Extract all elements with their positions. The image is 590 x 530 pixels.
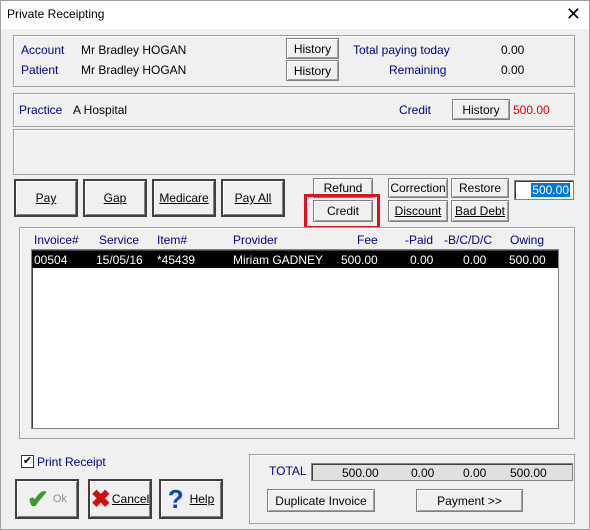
- total-paying-label: Total paying today: [353, 43, 450, 57]
- row-fee: 500.00: [341, 253, 378, 267]
- window-title: Private Receipting: [7, 7, 105, 21]
- help-label: Help: [189, 492, 215, 506]
- invoice-grid[interactable]: [31, 249, 559, 429]
- practice-label: Practice: [19, 103, 63, 117]
- correction-button[interactable]: Correction: [388, 178, 448, 198]
- table-row[interactable]: 00504 15/05/16 *45439 Miriam GADNEY 500.…: [32, 251, 558, 268]
- row-invoice: 00504: [34, 253, 68, 267]
- total-paying-value: 0.00: [501, 43, 525, 57]
- row-bcdc: 0.00: [463, 253, 487, 267]
- account-value: Mr Bradley HOGAN: [81, 43, 187, 57]
- print-receipt-checkbox[interactable]: ✔: [21, 455, 34, 468]
- payment-button[interactable]: Payment >>: [416, 489, 523, 512]
- help-icon: ?: [167, 483, 184, 514]
- restore-button[interactable]: Restore: [451, 178, 509, 198]
- private-receipting-window: Private Receipting ✕ Account Mr Bradley …: [0, 0, 590, 530]
- cancel-x-icon: ✖: [90, 485, 111, 513]
- col-provider-header: Provider: [233, 233, 278, 247]
- col-bcdc-header: -B/C/D/C: [444, 233, 492, 247]
- ok-button[interactable]: ✔ Ok: [15, 479, 79, 519]
- medicare-button[interactable]: Medicare: [152, 179, 216, 217]
- amount-value: 500.00: [531, 183, 570, 197]
- medicare-label: Medicare: [159, 191, 209, 205]
- cancel-button[interactable]: ✖ Cancel: [88, 479, 152, 519]
- col-owing-header: Owing: [510, 233, 545, 247]
- patient-label: Patient: [21, 63, 59, 77]
- patient-history-button[interactable]: History: [286, 60, 339, 81]
- checkmark-icon: ✔: [27, 483, 49, 514]
- duplicate-invoice-button[interactable]: Duplicate Invoice: [267, 489, 375, 512]
- col-item-header: Item#: [157, 233, 188, 247]
- print-receipt-label: Print Receipt: [37, 455, 106, 469]
- pay-button[interactable]: Pay: [14, 179, 78, 217]
- bad-debt-button[interactable]: Bad Debt: [451, 200, 509, 222]
- row-paid: 0.00: [410, 253, 434, 267]
- ok-label: Ok: [52, 493, 67, 505]
- row-owing: 500.00: [509, 253, 546, 267]
- title-bar: Private Receipting ✕: [1, 1, 589, 29]
- close-icon[interactable]: ✕: [566, 4, 581, 24]
- gap-label: Gap: [103, 191, 127, 205]
- col-fee-header: Fee: [357, 233, 378, 247]
- credit-value: 500.00: [513, 103, 550, 117]
- credit-label: Credit: [399, 103, 432, 117]
- patient-value: Mr Bradley HOGAN: [81, 63, 187, 77]
- practice-value: A Hospital: [73, 103, 128, 117]
- pay-all-button[interactable]: Pay All: [221, 179, 285, 217]
- remaining-value: 0.00: [501, 63, 525, 77]
- total-label: TOTAL: [269, 464, 307, 478]
- credit-highlight-box: [304, 194, 380, 229]
- total-paid: 0.00: [411, 466, 435, 480]
- discount-button[interactable]: Discount: [388, 200, 448, 222]
- cancel-label: Cancel: [111, 492, 150, 506]
- col-invoice-header: Invoice#: [34, 233, 79, 247]
- message-panel: [13, 129, 575, 175]
- totals-box: 500.00 0.00 0.00 500.00: [311, 463, 573, 481]
- remaining-label: Remaining: [389, 63, 447, 77]
- account-history-button[interactable]: History: [286, 38, 339, 59]
- pay-all-label: Pay All: [234, 191, 272, 205]
- col-paid-header: -Paid: [405, 233, 434, 247]
- row-service: 15/05/16: [96, 253, 143, 267]
- total-fee: 500.00: [342, 466, 379, 480]
- bad-debt-label: Bad Debt: [454, 204, 506, 218]
- col-service-header: Service: [99, 233, 140, 247]
- row-provider: Miriam GADNEY: [233, 253, 324, 267]
- practice-history-button[interactable]: History: [452, 99, 510, 120]
- account-label: Account: [21, 43, 65, 57]
- row-item: *45439: [157, 253, 196, 267]
- gap-button[interactable]: Gap: [83, 179, 147, 217]
- help-button[interactable]: ? Help: [159, 479, 223, 519]
- amount-input[interactable]: 500.00: [514, 180, 574, 200]
- discount-label: Discount: [394, 204, 442, 218]
- total-bcdc: 0.00: [463, 466, 487, 480]
- total-owing: 500.00: [510, 466, 547, 480]
- pay-label: Pay: [35, 191, 57, 205]
